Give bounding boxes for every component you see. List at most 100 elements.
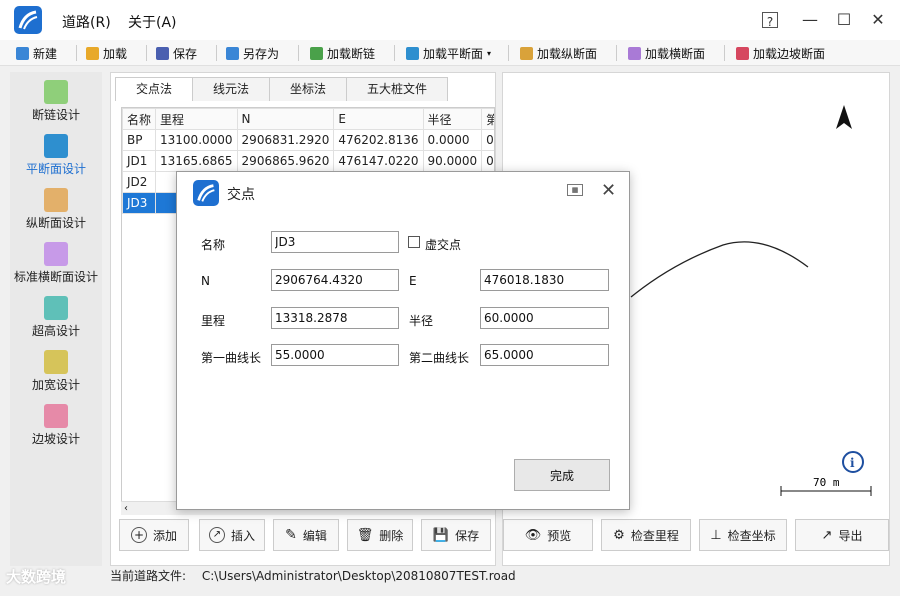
e-input[interactable] — [480, 269, 609, 291]
tab-coordinate[interactable]: 坐标法 — [269, 77, 348, 101]
eye-icon: 👁 — [524, 527, 542, 543]
folder-icon — [86, 46, 99, 60]
check-mileage-button[interactable]: ⚙ 检查里程 — [601, 519, 691, 551]
col-n[interactable]: N — [236, 108, 335, 130]
scroll-left-icon[interactable]: ‹ — [124, 503, 128, 514]
table-cell[interactable]: 476202.8136 — [333, 129, 424, 151]
col-more[interactable]: 第 — [481, 108, 494, 130]
table-save-button[interactable]: 💾 保存 — [421, 519, 491, 551]
table-cell[interactable]: 2906865.9620 — [236, 150, 335, 172]
delete-button[interactable]: 🗑 删除 — [347, 519, 413, 551]
load-chain-button[interactable]: 加载断链 — [310, 44, 375, 62]
sidebar-item-cross-design[interactable]: 标准横断面设计 — [10, 238, 102, 292]
tab-bar: 交点法 线元法 坐标法 五大桩文件 — [115, 77, 449, 101]
load-slope-label: 加载边坡断面 — [753, 46, 826, 61]
table-row[interactable]: BP 13100.0000 2906831.2920 476202.8136 0.000… — [122, 129, 494, 151]
sidebar-item-chain-design[interactable]: 断链设计 — [10, 76, 102, 130]
table-cell[interactable]: 13100.0000 — [155, 129, 238, 151]
save-button[interactable]: 保存 — [156, 44, 197, 62]
info-icon[interactable]: i — [842, 451, 864, 473]
save-as-button[interactable]: 另存为 — [226, 44, 279, 62]
mileage-label: 里程 — [201, 314, 226, 328]
menu-road[interactable]: 道路(R) — [62, 12, 111, 32]
dropdown-arrow-icon[interactable]: ▾ — [487, 49, 491, 58]
minimize-button[interactable]: — — [800, 10, 820, 30]
keyboard-icon[interactable]: ▦ — [567, 184, 583, 196]
plan-design-icon — [44, 134, 68, 158]
n-input[interactable] — [271, 269, 399, 291]
load-profile-button[interactable]: 加载纵断面 — [520, 44, 597, 62]
table-cell[interactable]: JD2 — [122, 171, 157, 193]
close-window-button[interactable]: ✕ — [868, 10, 888, 30]
sidebar-item-label: 平断面设计 — [25, 162, 86, 176]
tab-intersection[interactable]: 交点法 — [115, 77, 194, 101]
load-chain-label: 加载断链 — [327, 46, 376, 61]
maximize-button[interactable]: ☐ — [834, 10, 854, 30]
plan-icon — [406, 46, 419, 60]
tab-five-stakes[interactable]: 五大桩文件 — [346, 77, 449, 101]
dialog-logo-icon — [193, 180, 219, 206]
sidebar-item-profile-design[interactable]: 纵断面设计 — [10, 184, 102, 238]
table-cell[interactable]: 0 — [481, 150, 494, 172]
widening-icon — [44, 350, 68, 374]
table-cell[interactable]: BP — [122, 129, 157, 151]
help-button[interactable]: ? — [762, 12, 778, 29]
table-cell[interactable]: 0.0000 — [422, 129, 483, 151]
cross-section-icon — [628, 46, 641, 60]
table-cell[interactable]: 90.0000 — [422, 150, 483, 172]
edit-button[interactable]: ✎ 编辑 — [273, 519, 339, 551]
load-plan-button[interactable]: 加载平断面 ▾ — [406, 44, 491, 62]
insert-button[interactable]: ↗ 插入 — [199, 519, 265, 551]
done-button[interactable]: 完成 — [514, 459, 610, 491]
table-cell[interactable]: 476147.0220 — [333, 150, 424, 172]
table-cell[interactable]: 13165.6865 — [155, 150, 238, 172]
menu-about[interactable]: 关于(A) — [128, 12, 177, 32]
col-e[interactable]: E — [333, 108, 424, 130]
table-cell[interactable]: JD3 — [122, 192, 157, 214]
status-bar: 当前道路文件: C:\Users\Administrator\Desktop\2… — [110, 566, 900, 586]
load-cross-button[interactable]: 加载横断面 — [628, 44, 705, 62]
name-input[interactable] — [271, 231, 399, 253]
scale-bar: 70 m — [780, 476, 872, 496]
virtual-point-checkbox[interactable] — [408, 236, 420, 248]
check-mileage-label: 检查里程 — [630, 528, 679, 543]
radius-input[interactable] — [480, 307, 609, 329]
mileage-input[interactable] — [271, 307, 399, 329]
watermark: 大数跨境 — [6, 568, 67, 586]
save-icon — [156, 46, 169, 60]
curve1-label: 第一曲线长 — [201, 351, 262, 365]
dialog-close-icon[interactable]: ✕ — [601, 180, 616, 201]
sidebar-item-widening[interactable]: 加宽设计 — [10, 346, 102, 400]
load-slope-button[interactable]: 加载边坡断面 — [736, 44, 825, 62]
tab-line-element[interactable]: 线元法 — [192, 77, 271, 101]
table-cell[interactable]: 0 — [481, 129, 494, 151]
check-coord-button[interactable]: ⊥ 检查坐标 — [699, 519, 787, 551]
curve2-input[interactable] — [480, 344, 609, 366]
curve2-label: 第二曲线长 — [409, 351, 470, 365]
cross-design-icon — [44, 242, 68, 266]
col-radius[interactable]: 半径 — [422, 108, 483, 130]
profile-icon — [520, 46, 533, 60]
table-cell[interactable]: JD1 — [122, 150, 157, 172]
sidebar-item-superelevation[interactable]: 超高设计 — [10, 292, 102, 346]
new-button[interactable]: 新建 — [16, 44, 57, 62]
curve1-input[interactable] — [271, 344, 399, 366]
export-button[interactable]: ↗ 导出 — [795, 519, 889, 551]
sidebar-item-plan-design[interactable]: 平断面设计 — [10, 130, 102, 184]
sidebar-item-slope-design[interactable]: 边坡设计 — [10, 400, 102, 454]
col-name[interactable]: 名称 — [122, 108, 157, 130]
save-label: 保存 — [173, 46, 198, 61]
insert-label: 插入 — [230, 528, 255, 543]
new-file-icon — [16, 46, 29, 60]
col-mileage[interactable]: 里程 — [155, 108, 238, 130]
sidebar-item-label: 纵断面设计 — [25, 216, 86, 230]
export-icon: ↗ — [821, 527, 833, 543]
table-row[interactable]: JD1 13165.6865 2906865.9620 476147.0220 90.0… — [122, 150, 494, 172]
sidebar-item-label: 边坡设计 — [31, 432, 80, 446]
save-as-icon — [226, 46, 239, 60]
load-button[interactable]: 加载 — [86, 44, 127, 62]
preview-button[interactable]: 👁 预览 — [503, 519, 593, 551]
table-cell[interactable]: 2906831.2920 — [236, 129, 335, 151]
add-button[interactable]: + 添加 — [119, 519, 189, 551]
dialog-title-bar[interactable]: 交点 ▦ ✕ — [177, 172, 629, 212]
